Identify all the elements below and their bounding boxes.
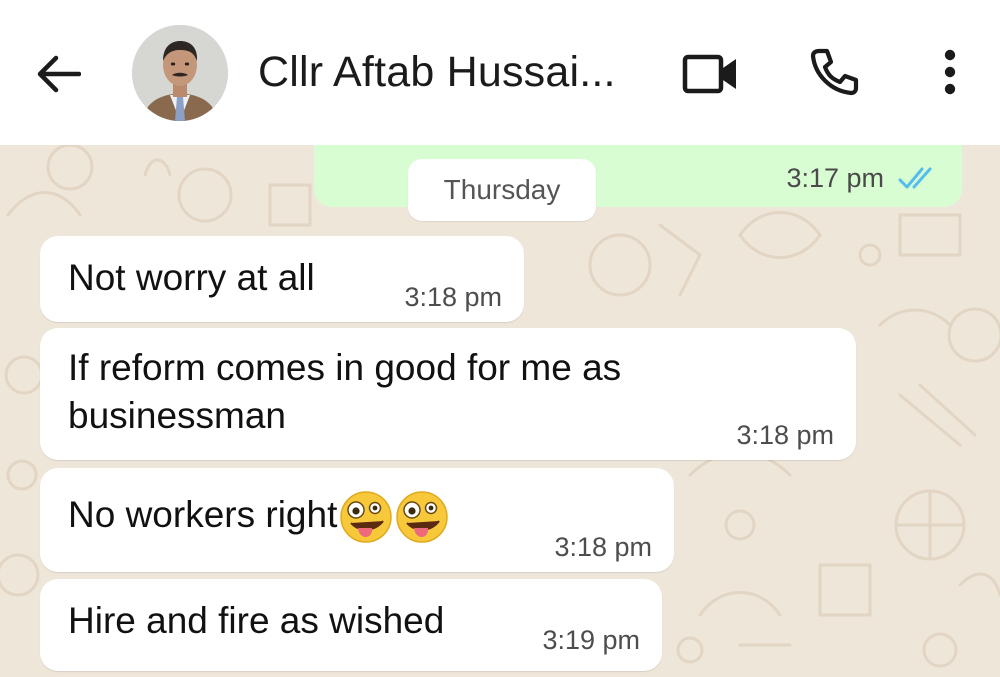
incoming-message-bubble[interactable]: Not worry at all 3:18 pm (40, 236, 524, 322)
message-text: No workers right (68, 493, 338, 535)
incoming-message-bubble[interactable]: No workers right 3:18 pm (40, 468, 674, 572)
phone-icon (810, 48, 859, 96)
zany-face-emoji (340, 491, 393, 543)
incoming-message-bubble[interactable]: If reform comes in good for me as busine… (40, 328, 856, 460)
contact-avatar[interactable] (132, 25, 228, 121)
message-text: Hire and fire as wished (68, 600, 445, 641)
message-text-line-1: If reform comes in good for me as (68, 347, 622, 388)
video-call-button[interactable] (680, 50, 742, 98)
chat-area[interactable]: 3:17 pm Thursday Not worry at all 3:18 p… (0, 145, 1000, 677)
message-time: 3:19 pm (542, 625, 640, 655)
message-time: 3:17 pm (786, 163, 884, 193)
voice-call-button[interactable] (804, 44, 864, 100)
message-time: 3:18 pm (404, 282, 502, 312)
more-options-button[interactable] (930, 44, 970, 100)
contact-name[interactable]: Cllr Aftab Hussai... (258, 46, 616, 98)
double-check-icon (898, 167, 932, 189)
contact-photo (132, 25, 228, 121)
message-text: Not worry at all (68, 257, 315, 298)
back-button[interactable] (30, 48, 86, 100)
zany-face-emoji (396, 491, 449, 543)
message-text-line-2: businessman (68, 395, 287, 436)
arrow-left-icon (37, 55, 81, 93)
message-text-with-emoji: No workers right (68, 490, 449, 544)
date-divider: Thursday (408, 159, 596, 221)
more-vertical-icon (944, 49, 956, 95)
message-time: 3:18 pm (554, 532, 652, 562)
video-call-icon (682, 54, 736, 94)
chat-header: Cllr Aftab Hussai... (0, 0, 1000, 145)
message-time: 3:18 pm (736, 420, 834, 450)
incoming-message-bubble[interactable]: Hire and fire as wished 3:19 pm (40, 579, 662, 671)
